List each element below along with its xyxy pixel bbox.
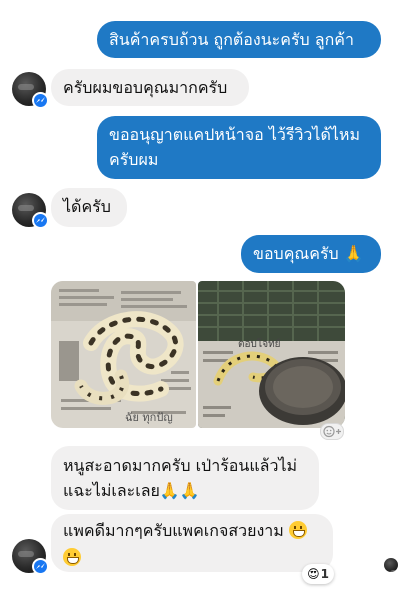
newspaper-text: ตอบโจทย์ — [238, 337, 281, 350]
photo-snake-on-newspaper[interactable]: ฉัย ทุกปัญ — [51, 281, 196, 428]
outgoing-message[interactable]: ขอบคุณครับ 🙏 — [241, 235, 381, 273]
snake-bowl-photo-image: ตอบโจทย์ — [198, 281, 345, 428]
grinning-emoji-icon — [63, 548, 81, 566]
message-text-line: ครับผม — [109, 150, 159, 169]
message-text-line: แฉะไม่เละเลย🙏🙏 — [63, 481, 200, 500]
incoming-message[interactable]: หนูสะอาดมากครับ เป่าร้อนแล้วไม่ แฉะไม่เล… — [51, 446, 319, 510]
message-text: ขอบคุณครับ 🙏 — [253, 244, 364, 263]
message-text: สินค้าครบถ้วน ถูกต้องนะครับ ลูกค้า — [109, 30, 354, 49]
outgoing-message[interactable]: ขออนุญาตแคปหน้าจอ ไว้รีวิวได้ไหม ครับผม — [97, 116, 381, 179]
message-text: แพคดีมากๆครับแพคเกจสวยงาม — [63, 521, 284, 540]
incoming-message[interactable]: ครับผมขอบคุณมากครับ — [51, 69, 249, 106]
grinning-emoji-icon — [288, 521, 307, 539]
snake-photo-image: ฉัย ทุกปัญ — [51, 281, 196, 428]
add-reaction-icon[interactable] — [320, 423, 344, 440]
photo-snake-with-bowl[interactable]: ตอบโจทย์ — [198, 281, 345, 428]
message-text: ได้ครับ — [63, 197, 111, 216]
newspaper-text: ฉัย ทุกปัญ — [125, 411, 173, 424]
message-text-line: หนูสะอาดมากครับ เป่าร้อนแล้วไม่ — [63, 456, 298, 475]
incoming-message[interactable]: ได้ครับ — [51, 188, 127, 227]
message-text-line: ขออนุญาตแคปหน้าจอ ไว้รีวิวได้ไหม — [109, 125, 360, 144]
message-text: ครับผมขอบคุณมากครับ — [63, 78, 228, 97]
messenger-badge-icon — [32, 92, 49, 109]
outgoing-message[interactable]: สินค้าครบถ้วน ถูกต้องนะครับ ลูกค้า — [97, 21, 381, 58]
seen-indicator-avatar — [384, 558, 398, 572]
reaction-count: 1 — [320, 567, 329, 581]
heart-eyes-emoji-icon: 😍 — [307, 567, 320, 581]
messenger-badge-icon — [32, 212, 49, 229]
reaction-pill[interactable]: 😍1 — [302, 564, 334, 584]
incoming-message[interactable]: แพคดีมากๆครับแพคเกจสวยงาม — [51, 514, 333, 572]
messenger-badge-icon — [32, 558, 49, 575]
